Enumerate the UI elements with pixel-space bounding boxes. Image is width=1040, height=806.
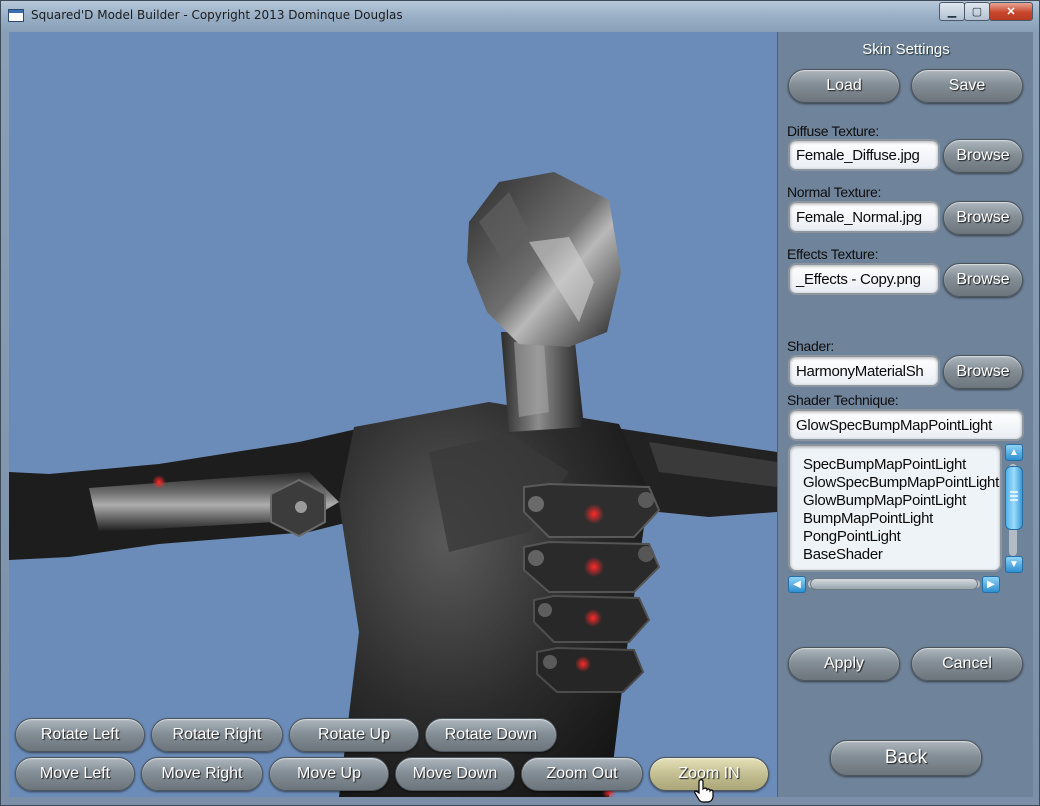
- minimize-button[interactable]: ▁: [939, 2, 965, 21]
- horizontal-scroll-thumb[interactable]: [810, 578, 978, 590]
- list-vertical-scrollbar[interactable]: ▲ ▼: [1004, 444, 1024, 574]
- diffuse-texture-label: Diffuse Texture:: [787, 123, 879, 139]
- rotate-left-button[interactable]: Rotate Left: [15, 718, 145, 752]
- normal-texture-label: Normal Texture:: [787, 184, 882, 200]
- list-horizontal-scrollbar[interactable]: ◀ ▶: [788, 575, 1002, 595]
- diffuse-browse-button[interactable]: Browse: [943, 139, 1023, 173]
- shader-technique-field[interactable]: GlowSpecBumpMapPointLight: [788, 409, 1024, 441]
- panel-title: Skin Settings: [862, 41, 950, 58]
- effects-texture-label: Effects Texture:: [787, 246, 879, 262]
- normal-texture-field[interactable]: Female_Normal.jpg: [788, 201, 940, 233]
- list-item[interactable]: BumpMapPointLight: [790, 510, 1000, 528]
- cancel-button[interactable]: Cancel: [911, 647, 1023, 681]
- chevron-up-icon[interactable]: ▲: [1005, 444, 1023, 461]
- list-item[interactable]: PongPointLight: [790, 528, 1000, 546]
- maximize-button[interactable]: ▢: [964, 2, 990, 21]
- shader-browse-button[interactable]: Browse: [943, 355, 1023, 389]
- move-down-button[interactable]: Move Down: [395, 757, 515, 791]
- move-left-button[interactable]: Move Left: [15, 757, 135, 791]
- skin-settings-panel: Skin Settings Load Save Diffuse Texture:…: [777, 32, 1033, 797]
- effects-browse-button[interactable]: Browse: [943, 263, 1023, 297]
- window-title: Squared'D Model Builder - Copyright 2013…: [31, 8, 403, 22]
- list-item[interactable]: GlowBumpMapPointLight: [790, 492, 1000, 510]
- model-viewport[interactable]: Rotate Left Rotate Right Rotate Up Rotat…: [9, 32, 777, 797]
- app-icon: [8, 9, 24, 22]
- rotate-right-button[interactable]: Rotate Right: [151, 718, 283, 752]
- vertical-scroll-thumb[interactable]: [1005, 466, 1023, 530]
- diffuse-texture-field[interactable]: Female_Diffuse.jpg: [788, 139, 940, 171]
- chevron-left-icon[interactable]: ◀: [788, 576, 806, 593]
- zoom-out-button[interactable]: Zoom Out: [521, 757, 643, 791]
- shader-label: Shader:: [787, 338, 834, 354]
- effects-texture-field[interactable]: _Effects - Copy.png: [788, 263, 940, 295]
- list-item[interactable]: BaseShader: [790, 546, 1000, 564]
- load-button[interactable]: Load: [788, 69, 900, 103]
- rotate-up-button[interactable]: Rotate Up: [289, 718, 419, 752]
- app-window: Squared'D Model Builder - Copyright 2013…: [0, 0, 1040, 806]
- move-right-button[interactable]: Move Right: [141, 757, 263, 791]
- list-item[interactable]: SpecBumpMapPointLight: [790, 456, 1000, 474]
- back-button[interactable]: Back: [830, 740, 982, 776]
- apply-button[interactable]: Apply: [788, 647, 900, 681]
- chevron-down-icon[interactable]: ▼: [1005, 556, 1023, 573]
- move-up-button[interactable]: Move Up: [269, 757, 389, 791]
- window-controls: ▁ ▢ ✕: [939, 2, 1033, 21]
- normal-browse-button[interactable]: Browse: [943, 201, 1023, 235]
- save-button[interactable]: Save: [911, 69, 1023, 103]
- character-model: [9, 172, 777, 797]
- shader-field[interactable]: HarmonyMaterialSh: [788, 355, 940, 387]
- shader-technique-list[interactable]: SpecBumpMapPointLight GlowSpecBumpMapPoi…: [788, 444, 1002, 572]
- hand-pointer-icon: [694, 779, 714, 803]
- shader-technique-label: Shader Technique:: [787, 392, 899, 408]
- title-bar: Squared'D Model Builder - Copyright 2013…: [1, 1, 1039, 31]
- chevron-right-icon[interactable]: ▶: [982, 576, 1000, 593]
- list-item[interactable]: GlowSpecBumpMapPointLight: [790, 474, 1000, 492]
- close-button[interactable]: ✕: [989, 2, 1033, 21]
- rotate-down-button[interactable]: Rotate Down: [425, 718, 557, 752]
